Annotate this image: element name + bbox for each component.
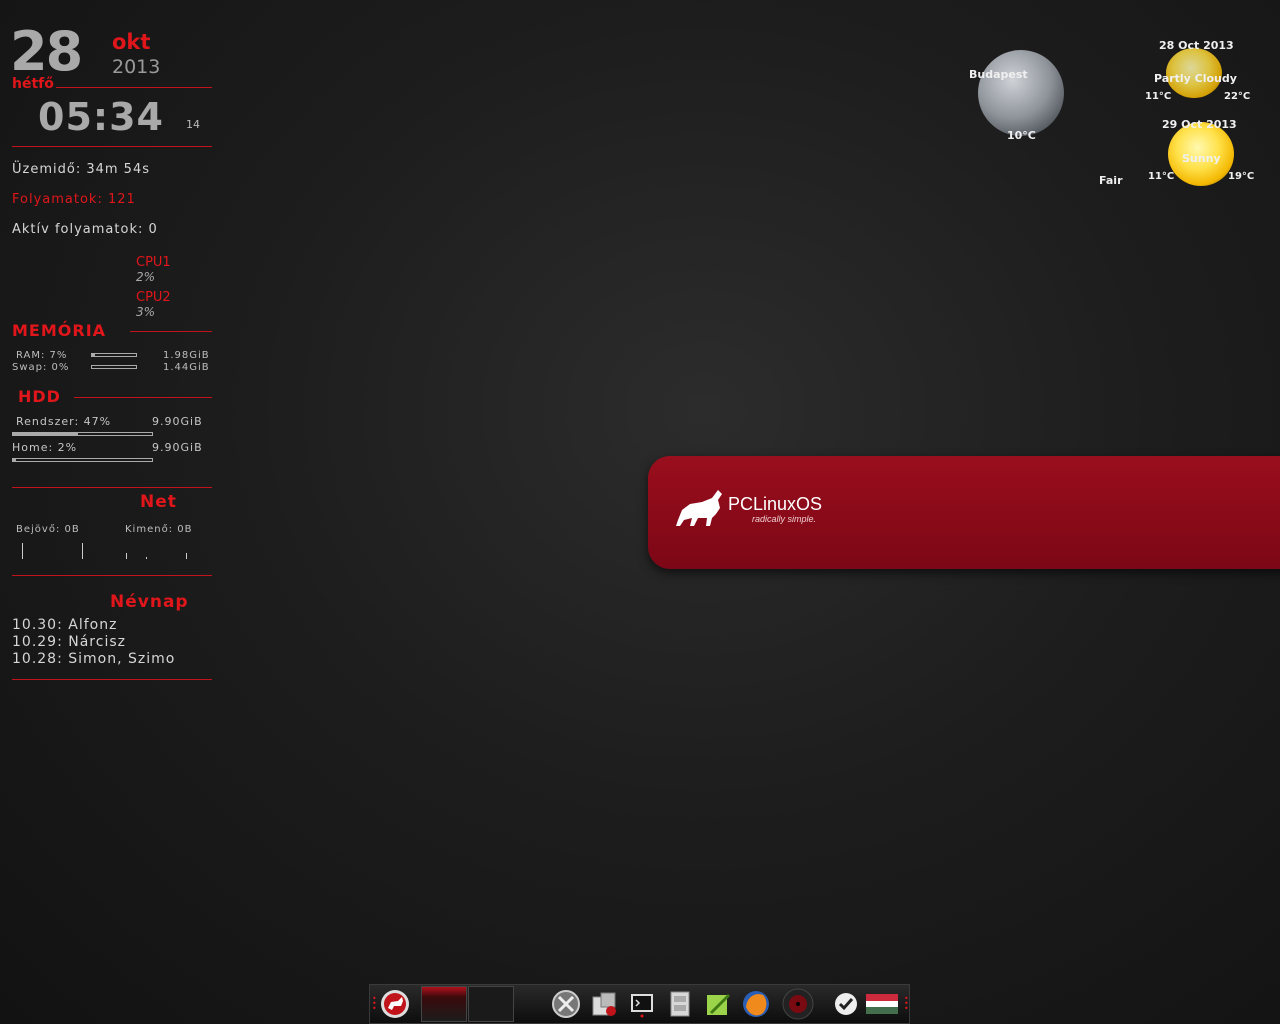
media-player-icon[interactable]	[782, 988, 814, 1020]
update-check-icon[interactable]	[830, 988, 862, 1020]
divider	[12, 575, 212, 576]
desktop-pager-2[interactable]	[468, 986, 514, 1022]
date-year: 2013	[112, 56, 161, 78]
net-out-graph	[126, 553, 127, 559]
clock-seconds: 14	[186, 118, 200, 131]
forecast-day2-date: 29 Oct 2013	[1162, 118, 1237, 131]
hdd-home-bar-fill	[13, 459, 16, 461]
forecast-day2-low: 11°C	[1148, 171, 1175, 182]
active-process-count: Aktív folyamatok: 0	[12, 222, 158, 237]
weather-city: Budapest	[969, 68, 1028, 81]
system-settings-icon[interactable]	[550, 988, 582, 1020]
cpu1-value: 2%	[136, 270, 156, 284]
ram-bar	[91, 353, 137, 357]
net-out-label: Kimenő: 0B	[125, 524, 193, 535]
firefox-icon[interactable]	[740, 988, 772, 1020]
divider	[12, 487, 212, 488]
bull-logo-icon	[676, 490, 722, 526]
moon-weather-icon	[978, 50, 1064, 136]
package-manager-icon[interactable]	[588, 988, 620, 1020]
pclinuxos-menu-icon[interactable]	[379, 988, 411, 1020]
hdd-home-total: 9.90GiB	[152, 441, 203, 454]
divider	[74, 397, 212, 398]
logo-tagline: radically simple.	[752, 514, 817, 524]
ram-bar-fill	[92, 354, 96, 356]
nameday-item: 10.29: Nárcisz	[12, 634, 126, 650]
ram-label: RAM: 7%	[16, 350, 68, 361]
hdd-system-bar	[12, 432, 153, 436]
net-in-graph	[22, 543, 23, 559]
net-in-label: Bejövő: 0B	[16, 524, 80, 535]
cpu2-label: CPU2	[136, 290, 171, 305]
divider	[12, 679, 212, 680]
forecast-day1-high: 22°C	[1224, 91, 1251, 102]
ram-total: 1.98GiB	[163, 350, 210, 361]
dock-handle-left[interactable]: • • •	[372, 995, 377, 1013]
net-title: Net	[140, 492, 177, 512]
nameday-item: 10.30: Alfonz	[12, 617, 118, 633]
date-month: okt	[112, 30, 151, 54]
file-manager-icon[interactable]	[664, 988, 696, 1020]
net-in-graph	[82, 543, 83, 559]
swap-total: 1.44GiB	[163, 362, 210, 373]
uptime-text: Üzemidő: 34m 54s	[12, 162, 150, 177]
forecast-day1-date: 28 Oct 2013	[1159, 39, 1234, 52]
swap-bar	[91, 365, 137, 369]
weather-current-temp: 10°C	[1007, 129, 1036, 142]
forecast-day2-condition: Sunny	[1182, 152, 1221, 165]
hdd-home-label: Home: 2%	[12, 441, 78, 454]
logo-text: PCLinuxOS	[728, 494, 823, 514]
text-editor-icon[interactable]	[702, 988, 734, 1020]
hdd-system-label: Rendszer: 47%	[16, 415, 112, 428]
date-day: 28	[10, 20, 83, 83]
memory-title: MEMÓRIA	[12, 321, 107, 340]
dock-handle-right[interactable]: • • •	[904, 995, 909, 1013]
forecast-day1-low: 11°C	[1145, 91, 1172, 102]
hdd-system-total: 9.90GiB	[152, 415, 203, 428]
net-out-graph	[146, 557, 147, 559]
nameday-title: Névnap	[110, 592, 189, 612]
divider	[56, 87, 212, 88]
divider	[12, 146, 212, 147]
forecast-day2-high: 19°C	[1228, 171, 1255, 182]
hdd-system-bar-fill	[13, 433, 79, 435]
process-count: Folyamatok: 121	[12, 192, 136, 207]
cpu2-value: 3%	[136, 305, 156, 319]
desktop-pager-1[interactable]	[421, 986, 467, 1022]
weather-current-condition: Fair	[1099, 174, 1123, 187]
nameday-item: 10.28: Simon, Szimo	[12, 651, 176, 667]
forecast-day1-condition: Partly Cloudy	[1154, 72, 1237, 85]
clock-time: 05:34	[38, 95, 164, 139]
date-weekday: hétfő	[12, 76, 54, 92]
divider	[130, 331, 212, 332]
hungarian-flag-icon[interactable]	[866, 988, 898, 1020]
net-out-graph	[186, 553, 187, 559]
hdd-home-bar	[12, 458, 153, 462]
terminal-icon[interactable]	[626, 988, 658, 1020]
hdd-title: HDD	[18, 387, 61, 406]
cpu1-label: CPU1	[136, 255, 171, 270]
swap-label: Swap: 0%	[12, 362, 70, 373]
